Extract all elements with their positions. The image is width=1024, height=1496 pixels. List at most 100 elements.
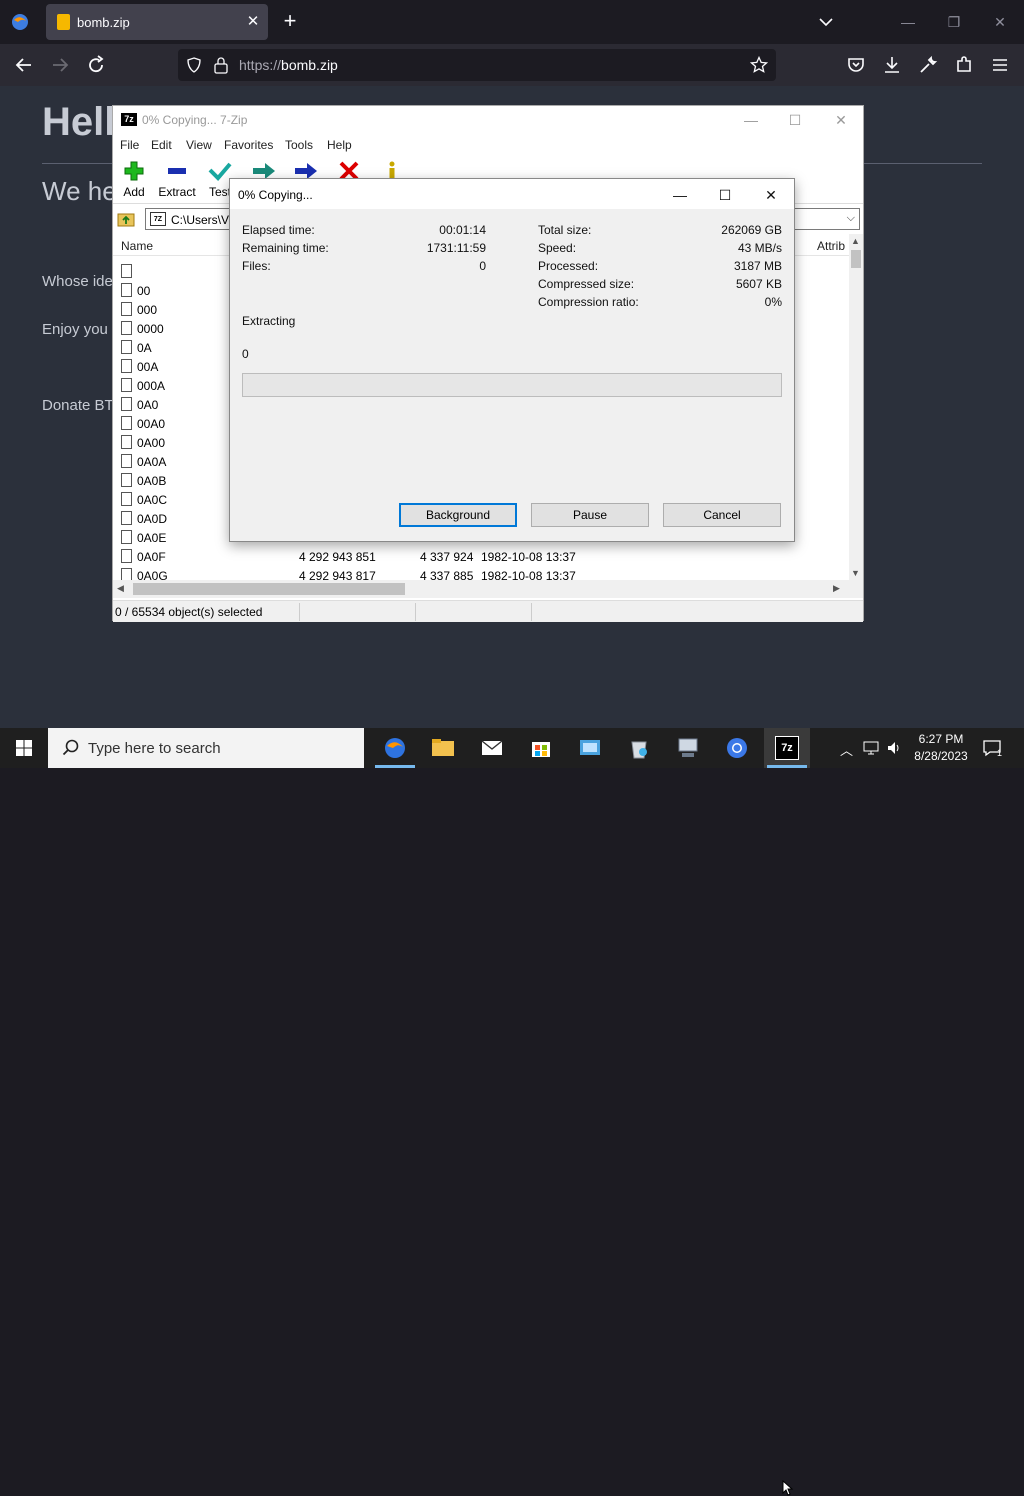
recycle-bin-icon[interactable] <box>627 736 651 760</box>
firefox-menu-icon[interactable] <box>10 12 30 32</box>
close-tab-icon[interactable]: ✕ <box>244 13 262 31</box>
7zip-title-bar[interactable]: 7z 0% Copying... 7-Zip — ☐ ✕ <box>113 106 863 134</box>
modified-date: 1982-10-08 13:37 <box>481 550 576 564</box>
add-button[interactable]: Add <box>119 160 149 199</box>
taskbar-search-box[interactable]: Type here to search <box>48 728 364 768</box>
minimize-icon[interactable]: — <box>669 184 691 206</box>
chevron-down-icon[interactable]: ⌵ <box>847 212 855 225</box>
download-icon[interactable] <box>880 53 904 77</box>
status-bar: 0 / 65534 object(s) selected <box>113 600 863 622</box>
chevron-up-icon[interactable]: ︿ <box>840 740 853 759</box>
close-window-icon[interactable]: ✕ <box>988 10 1012 34</box>
system-clock[interactable]: 6:27 PM 8/28/2023 <box>906 731 976 765</box>
restore-icon[interactable]: ❐ <box>942 10 966 34</box>
network-tray-icon[interactable] <box>863 740 879 756</box>
file-name: 000 <box>137 303 158 317</box>
mail-icon[interactable] <box>480 736 504 760</box>
7zip-taskbar-icon[interactable]: 7z <box>775 736 799 760</box>
file-icon <box>121 340 132 354</box>
chevron-down-icon[interactable] <box>816 12 836 32</box>
scroll-right-icon[interactable]: ▶ <box>833 583 840 594</box>
remaining-label: Remaining time: <box>242 241 329 255</box>
file-size: 4 292 943 851 <box>299 550 376 564</box>
lock-icon[interactable] <box>213 56 229 74</box>
compressed-size-value: 5607 KB <box>735 277 782 291</box>
horizontal-scrollbar[interactable]: ◀ ▶ <box>113 580 863 598</box>
add-label: Add <box>123 185 145 199</box>
wrench-icon[interactable] <box>916 53 940 77</box>
file-name: 0A0E <box>137 531 167 545</box>
page-paragraph: Whose ide <box>42 273 113 290</box>
total-size-value: 262069 GB <box>721 223 782 237</box>
packed-size: 4 337 924 <box>420 550 474 564</box>
file-name: 0A0 <box>137 398 159 412</box>
forward-icon[interactable] <box>48 53 72 77</box>
dialog-title-bar[interactable]: 0% Copying... — ☐ ✕ <box>230 179 794 209</box>
extensions-icon[interactable] <box>952 53 976 77</box>
file-icon <box>121 511 132 525</box>
column-name[interactable]: Name <box>121 239 153 253</box>
files-value: 0 <box>479 259 486 273</box>
page-paragraph: Enjoy you <box>42 321 108 338</box>
maximize-icon[interactable]: ☐ <box>785 110 805 130</box>
menu-tools[interactable]: Tools <box>285 138 313 152</box>
horizontal-scroll-thumb[interactable] <box>133 583 405 595</box>
notification-count: 1 <box>997 748 1003 758</box>
file-name: 0A00 <box>137 436 166 450</box>
vertical-scrollbar[interactable]: ▲ ▼ <box>849 234 863 580</box>
pause-button[interactable]: Pause <box>531 503 649 527</box>
search-icon <box>62 739 79 756</box>
pocket-icon[interactable] <box>844 53 868 77</box>
bookmark-star-icon[interactable] <box>750 56 768 74</box>
processed-value: 3187 MB <box>733 259 782 273</box>
reload-icon[interactable] <box>84 53 108 77</box>
page-subheading: We he <box>42 176 117 206</box>
scroll-down-icon[interactable]: ▼ <box>851 568 860 578</box>
windows-start-icon[interactable] <box>16 740 32 756</box>
menu-help[interactable]: Help <box>327 138 352 152</box>
close-icon[interactable]: ✕ <box>760 184 782 206</box>
status-separator <box>299 603 300 621</box>
maximize-icon[interactable]: ☐ <box>714 184 736 206</box>
background-button[interactable]: Background <box>399 503 517 527</box>
new-tab-icon[interactable]: + <box>278 10 302 34</box>
vertical-scroll-thumb[interactable] <box>851 250 861 268</box>
file-icon <box>121 549 132 563</box>
file-icon <box>121 492 132 506</box>
browser-nav-bar: https://bomb.zip <box>0 44 1024 86</box>
control-panel-icon[interactable] <box>578 736 602 760</box>
file-icon <box>121 473 132 487</box>
menu-view[interactable]: View <box>186 138 212 152</box>
firefox-taskbar-icon[interactable] <box>383 736 407 760</box>
hamburger-menu-icon[interactable] <box>988 53 1012 77</box>
file-row[interactable]: 0A0F 4 292 943 851 4 337 924 1982-10-08 13:… <box>113 547 849 566</box>
store-icon[interactable] <box>529 736 553 760</box>
file-name: 00A <box>137 360 159 374</box>
tab-bomb-zip[interactable]: bomb.zip ✕ <box>46 4 268 40</box>
column-attrib[interactable]: Attrib <box>817 239 845 253</box>
extract-button[interactable]: Extract <box>157 160 197 199</box>
clock-time: 6:27 PM <box>918 732 964 746</box>
scroll-left-icon[interactable]: ◀ <box>117 583 124 594</box>
compressed-size-label: Compressed size: <box>538 277 635 291</box>
browser-tab-bar: bomb.zip ✕ + — ❐ ✕ <box>0 0 1024 44</box>
network-icon[interactable] <box>676 736 700 760</box>
menu-file[interactable]: File <box>120 138 139 152</box>
url-bar[interactable]: https://bomb.zip <box>178 49 776 81</box>
menu-favorites[interactable]: Favorites <box>224 138 273 152</box>
file-icon <box>121 321 132 335</box>
file-explorer-icon[interactable] <box>431 736 455 760</box>
shield-icon[interactable] <box>186 57 202 73</box>
minimize-icon[interactable]: — <box>896 10 920 34</box>
progress-bar <box>242 373 782 397</box>
scroll-up-icon[interactable]: ▲ <box>851 236 860 246</box>
back-icon[interactable] <box>12 53 36 77</box>
cancel-button[interactable]: Cancel <box>663 503 781 527</box>
folder-up-icon[interactable] <box>117 210 135 228</box>
volume-icon[interactable] <box>886 740 902 756</box>
chrome-icon[interactable] <box>725 736 749 760</box>
total-size-label: Total size: <box>538 223 592 237</box>
menu-edit[interactable]: Edit <box>151 138 172 152</box>
close-icon[interactable]: ✕ <box>831 110 851 130</box>
minimize-icon[interactable]: — <box>741 110 761 130</box>
